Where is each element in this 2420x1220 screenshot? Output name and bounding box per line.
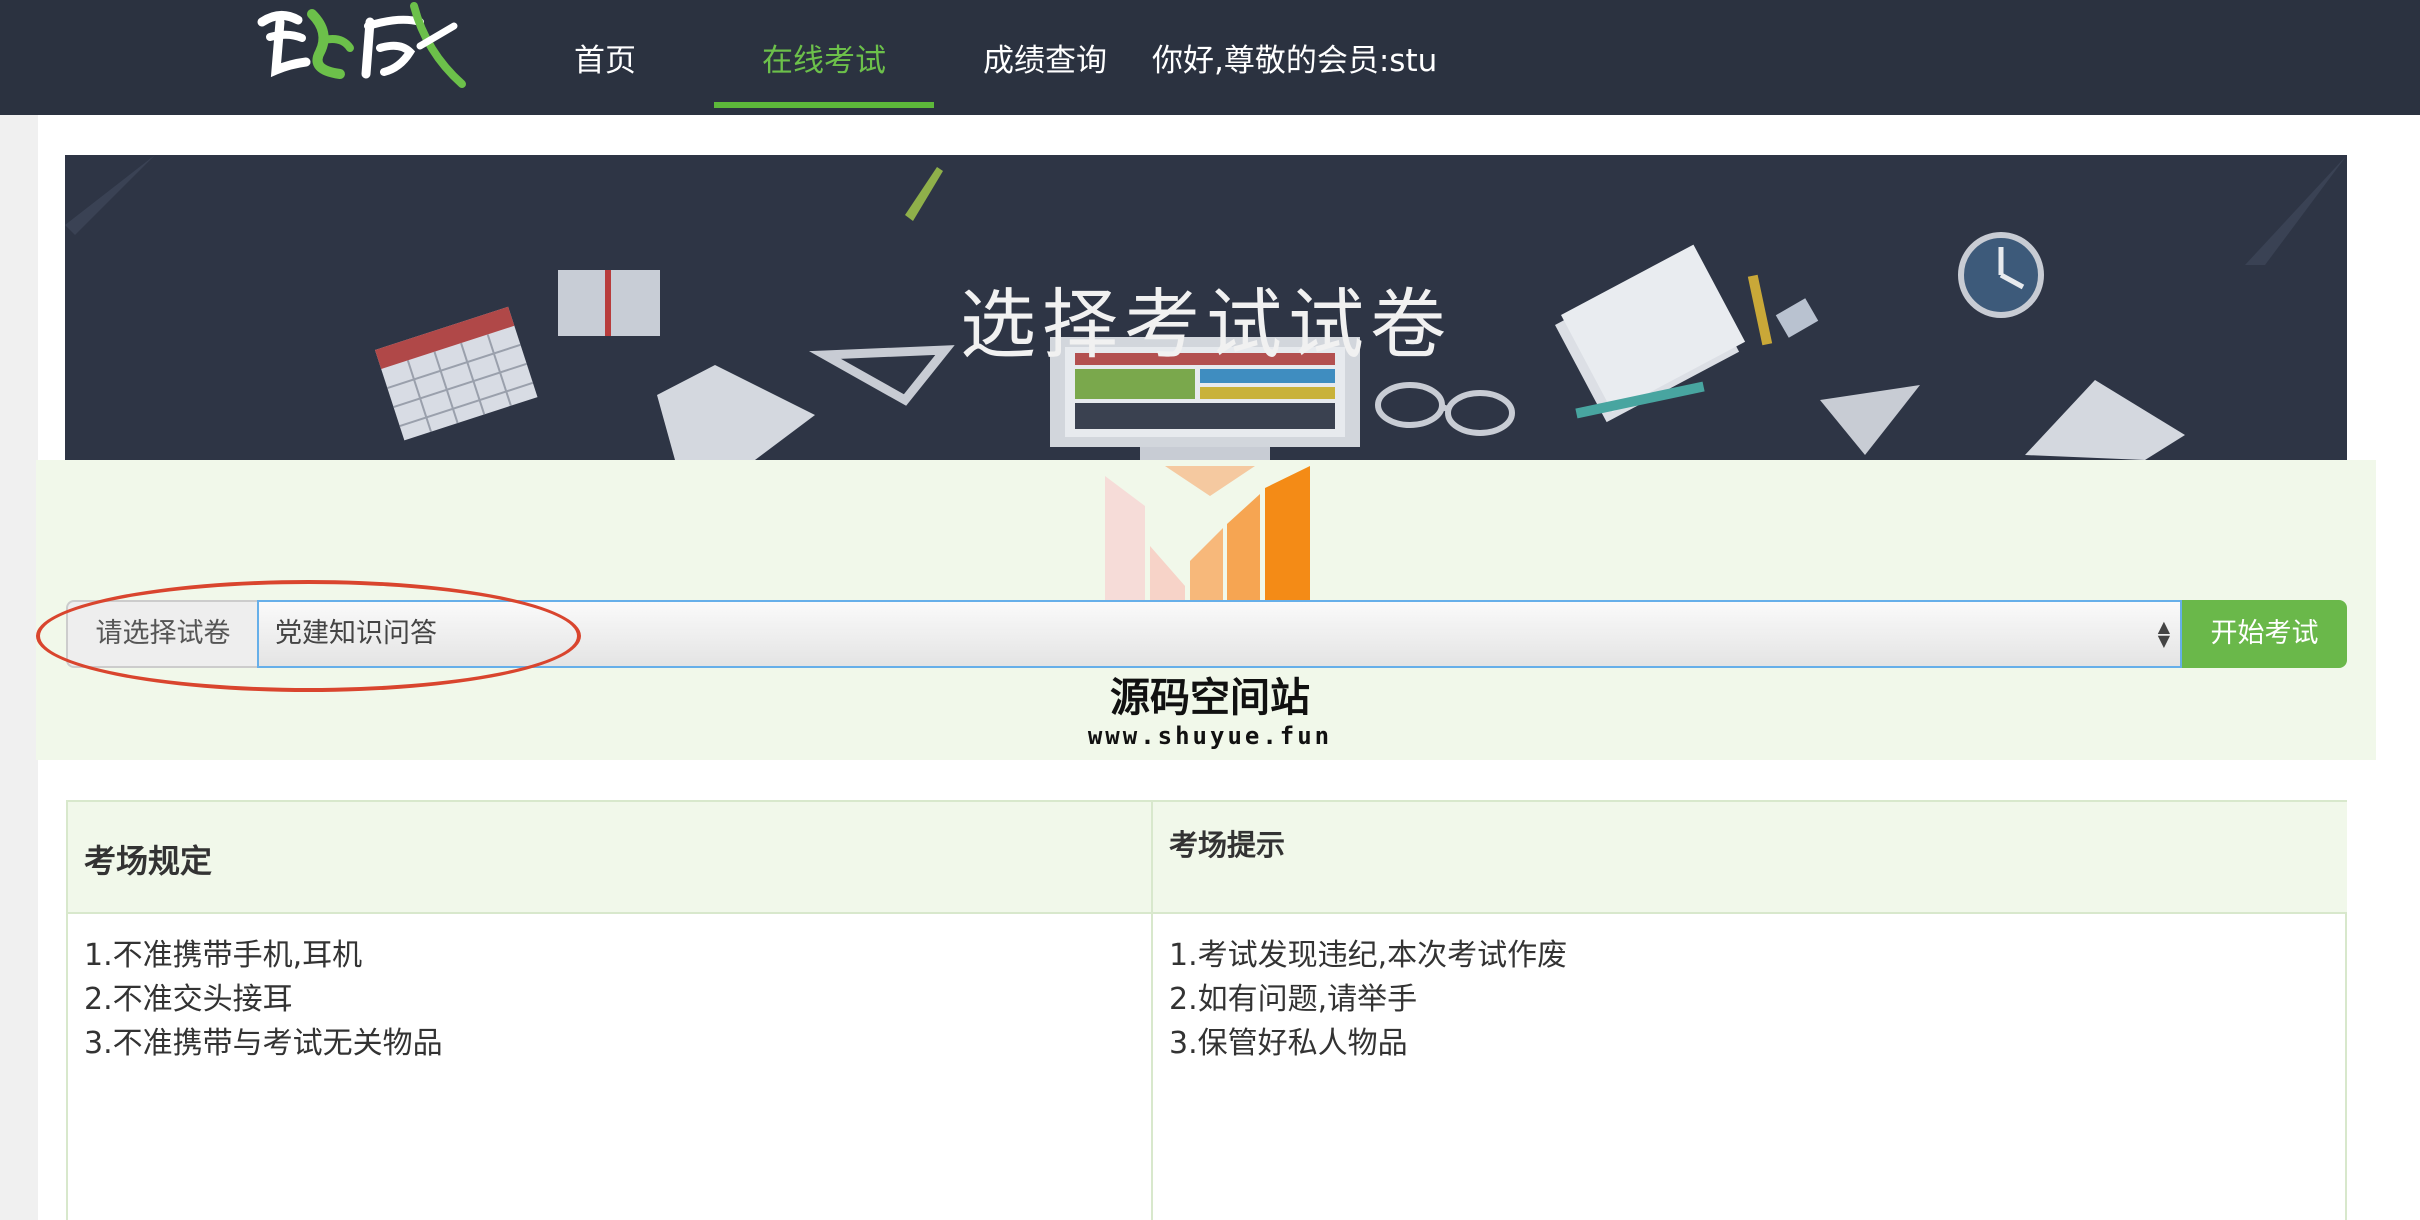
list-item: 2.不准交头接耳 [84, 982, 293, 1017]
user-greeting: 你好,尊敬的会员:stu [1152, 43, 1438, 79]
list-item: 2.如有问题,请举手 [1169, 982, 1418, 1017]
start-exam-button[interactable]: 开始考试 [2182, 600, 2347, 668]
tips-header: 考场提示 [1153, 802, 2347, 914]
nav-online-exam[interactable]: 在线考试 [714, 0, 934, 115]
page-left-gutter [0, 0, 38, 1220]
rules-cell: 1.不准携带手机,耳机 2.不准交头接耳 3.不准携带与考试无关物品 [68, 914, 1153, 1220]
rules-header: 考场规定 [68, 802, 1153, 914]
nav-score-query[interactable]: 成绩查询 [960, 0, 1130, 115]
list-item: 3.不准携带与考试无关物品 [84, 1026, 443, 1061]
highlight-annotation-oval [36, 580, 581, 692]
list-item: 3.保管好私人物品 [1169, 1026, 1408, 1061]
banner-title: 选择考试试卷 [960, 280, 1452, 369]
nav-home[interactable]: 首页 [540, 0, 670, 115]
list-item: 1.考试发现违纪,本次考试作废 [1169, 938, 1568, 973]
tips-cell: 1.考试发现违纪,本次考试作废 2.如有问题,请举手 3.保管好私人物品 [1153, 914, 2347, 1220]
exam-rules-table: 考场规定 考场提示 1.不准携带手机,耳机 2.不准交头接耳 3.不准携带与考试… [66, 800, 2347, 1220]
hero-banner: 选择考试试卷 [65, 155, 2347, 460]
watermark-title: 源码空间站 [1110, 675, 1310, 721]
list-item: 1.不准携带手机,耳机 [84, 938, 363, 973]
select-arrows-icon: ▲ ▼ [2157, 617, 2170, 650]
watermark-url: www.shuyue.fun [1087, 722, 1333, 750]
site-logo[interactable] [250, 0, 470, 102]
top-navbar: 首页 在线考试 成绩查询 你好,尊敬的会员:stu [0, 0, 2420, 115]
